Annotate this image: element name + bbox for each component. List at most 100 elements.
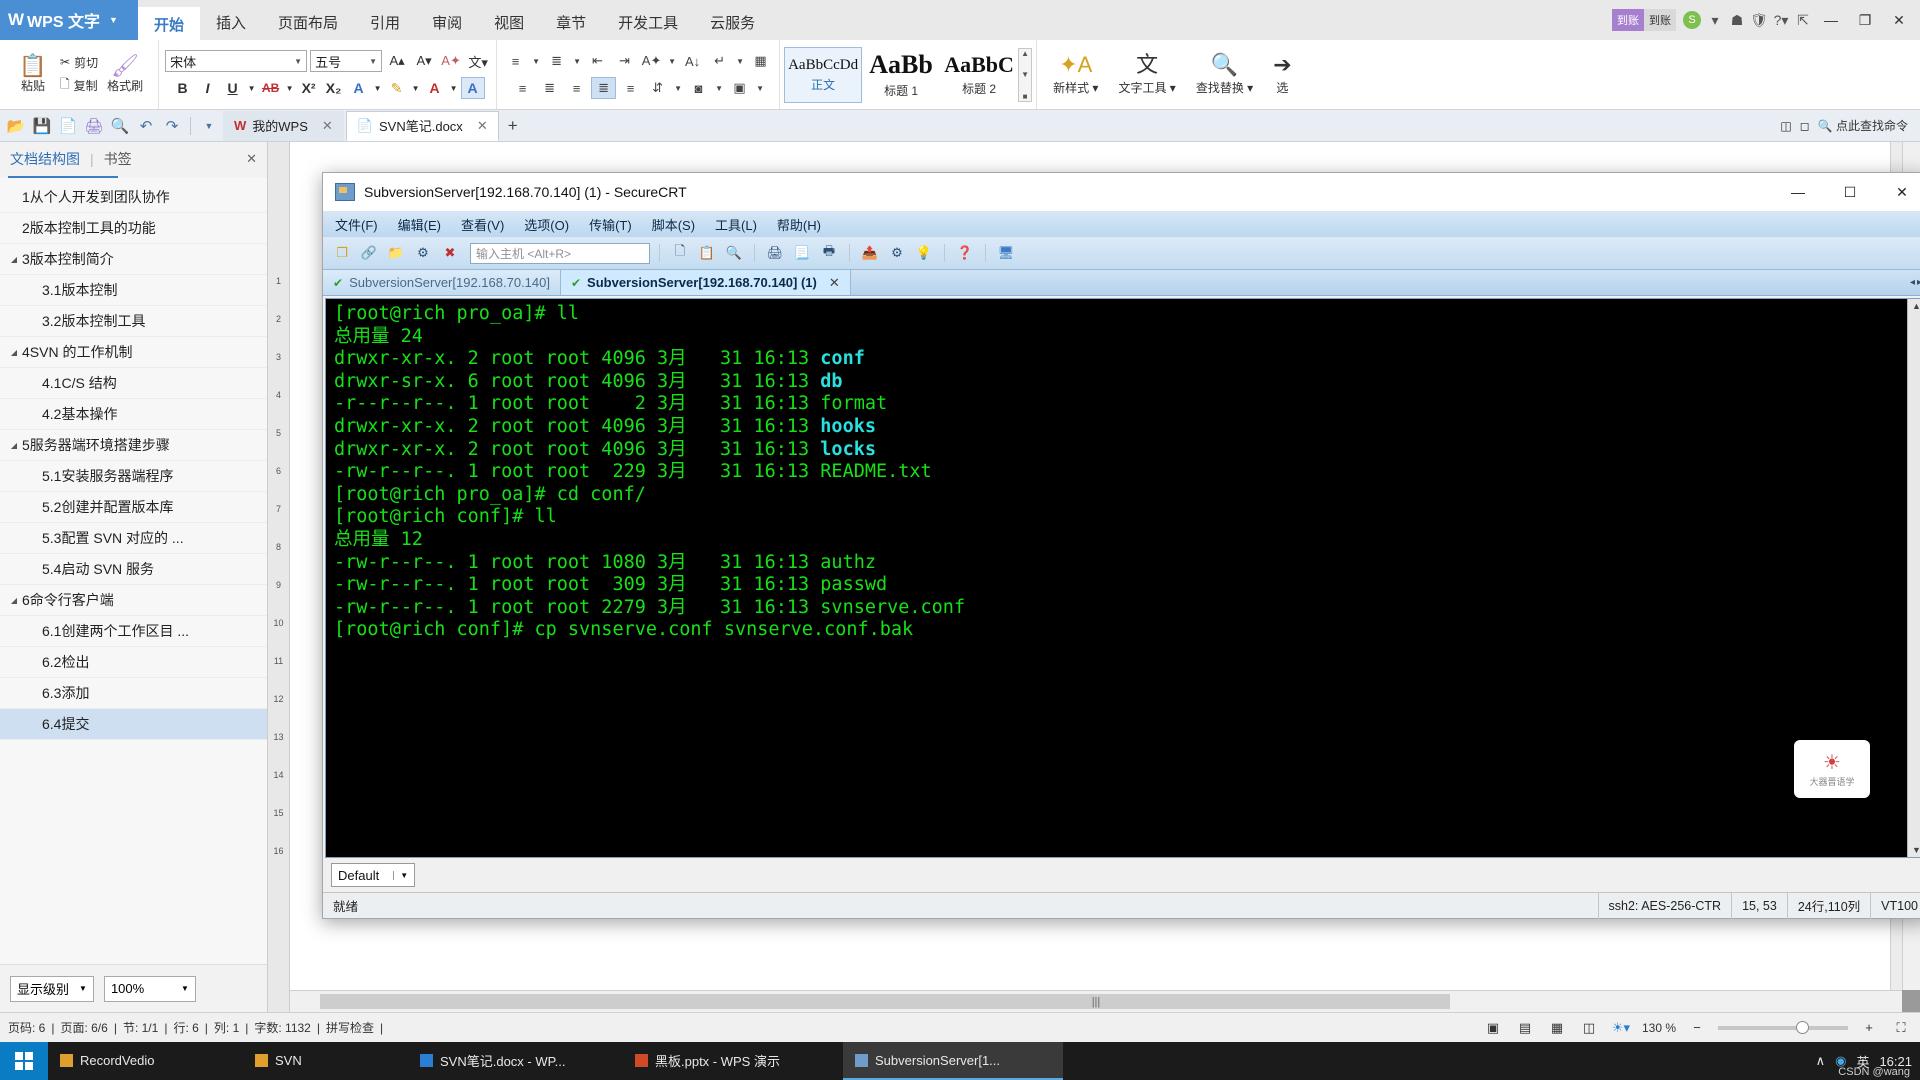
ribbon-tab-start[interactable]: 开始	[138, 7, 201, 40]
text-effect-button[interactable]: A	[347, 77, 371, 99]
help-icon[interactable]: ?▾	[1770, 9, 1792, 31]
style-normal[interactable]: AaBbCcDd 正文	[784, 46, 863, 103]
menu-file[interactable]: 文件(F)	[335, 215, 378, 234]
outline-item-1[interactable]: 1从个人开发到团队协作	[0, 182, 267, 213]
save-as-icon[interactable]: 📄	[56, 114, 80, 138]
align-right-button[interactable]: ≡	[564, 77, 589, 99]
close-icon[interactable]: ✕	[829, 275, 840, 291]
strikethrough-button[interactable]: AB	[259, 77, 283, 99]
decrease-indent-button[interactable]: ⇤	[585, 50, 610, 72]
text-effects-button[interactable]: A✦	[439, 50, 463, 72]
taskbar-item-svn-notes-doc[interactable]: SVN笔记.docx - WP...	[408, 1042, 623, 1080]
chevron-down-icon[interactable]: ▼	[672, 77, 684, 99]
outline-item-5-2[interactable]: 5.2创建并配置版本库	[0, 492, 267, 523]
user-avatar[interactable]: S	[1683, 11, 1701, 29]
menu-transfer[interactable]: 传输(T)	[589, 215, 632, 234]
expander-icon[interactable]: ◢	[6, 255, 22, 264]
clear-formatting-button[interactable]: A	[460, 77, 485, 99]
view-outline-icon[interactable]: ▦	[1546, 1018, 1568, 1038]
close-button[interactable]: ✕	[1882, 5, 1916, 35]
session-tab-1[interactable]: ✔ SubversionServer[192.168.70.140] (1) ✕	[560, 270, 851, 295]
outline-item-2[interactable]: 2版本控制工具的功能	[0, 213, 267, 244]
host-input[interactable]: 输入主机 <Alt+R>	[470, 242, 650, 264]
expander-icon[interactable]: ◢	[6, 348, 22, 357]
restore-down-icon[interactable]: ◻	[1800, 119, 1810, 133]
select-button[interactable]: ➔ 选	[1263, 40, 1301, 109]
session-tab-0[interactable]: ✔ SubversionServer[192.168.70.140]	[323, 270, 561, 295]
disconnect-icon[interactable]: ✖	[439, 242, 461, 264]
print-preview-icon[interactable]: 🔍	[108, 114, 132, 138]
vnc-icon[interactable]: 🖥	[995, 242, 1017, 264]
expander-icon[interactable]: ◢	[6, 596, 22, 605]
outline-item-6[interactable]: ◢ 6命令行客户端	[0, 585, 267, 616]
ribbon-tab-dev-tools[interactable]: 开发工具	[602, 7, 694, 40]
outline-item-5-1[interactable]: 5.1安装服务器端程序	[0, 461, 267, 492]
quick-access-more-icon[interactable]: ▼	[197, 114, 221, 138]
new-session-icon[interactable]: ❐	[331, 242, 353, 264]
close-icon[interactable]: ✕	[246, 151, 257, 167]
menu-edit[interactable]: 编辑(E)	[398, 215, 441, 234]
taskbar-item-blackboard-pptx[interactable]: 黑板.pptx - WPS 演示	[623, 1042, 843, 1080]
tab-scroll-left-icon[interactable]: ◂	[1910, 277, 1915, 288]
scroll-down-icon[interactable]: ▼	[1912, 845, 1920, 855]
chevron-down-icon[interactable]: ▼	[571, 50, 583, 72]
outline-item-4-1[interactable]: 4.1C/S 结构	[0, 368, 267, 399]
chevron-down-icon[interactable]: ▼	[713, 77, 725, 99]
scroll-up-icon[interactable]: ▲	[1912, 301, 1920, 311]
ribbon-tab-page-layout[interactable]: 页面布局	[262, 7, 354, 40]
paste-icon[interactable]: 📋	[696, 242, 718, 264]
zoom-slider-knob[interactable]	[1796, 1020, 1809, 1034]
find-replace-button[interactable]: 🔍 查找替换 ▾	[1186, 40, 1263, 109]
outline-item-5-3[interactable]: 5.3配置 SVN 对应的 ...	[0, 523, 267, 554]
menu-options[interactable]: 选项(O)	[524, 215, 569, 234]
scrollbar-thumb[interactable]	[320, 994, 1450, 1009]
outline-item-3-1[interactable]: 3.1版本控制	[0, 275, 267, 306]
find-icon[interactable]: 🔍	[723, 242, 745, 264]
styles-scrollbar[interactable]: ▲ ▼ ■	[1018, 47, 1033, 102]
tab-document-structure[interactable]: 文档结构图	[10, 149, 80, 169]
outline-item-6-4[interactable]: 6.4提交	[0, 709, 267, 740]
terminal-output[interactable]: [root@rich pro_oa]# ll 总用量 24 drwxr-xr-x…	[326, 299, 1907, 857]
expander-icon[interactable]: ◢	[6, 441, 22, 450]
fit-page-icon[interactable]: ⛶	[1890, 1018, 1912, 1038]
securecrt-title-bar[interactable]: SubversionServer[192.168.70.140] (1) - S…	[323, 173, 1920, 211]
outline-item-5[interactable]: ◢ 5服务器端环境搭建步骤	[0, 430, 267, 461]
close-icon[interactable]: ✕	[477, 118, 488, 134]
quick-connect-icon[interactable]: ⚙	[412, 242, 434, 264]
read-mode-icon[interactable]: ◫	[1780, 119, 1791, 133]
terminal-scrollbar[interactable]: ▲ ▼	[1907, 299, 1920, 857]
subscript-button[interactable]: X₂	[322, 77, 346, 99]
menu-help[interactable]: 帮助(H)	[777, 215, 821, 234]
doc-tab-my-wps[interactable]: W 我的WPS ✕	[223, 110, 344, 141]
font-size-select[interactable]: 五号 ▼	[310, 50, 383, 72]
status-spellcheck[interactable]: 拼写检查	[326, 1019, 374, 1036]
taskbar-item-securecrt[interactable]: SubversionServer[1...	[843, 1042, 1063, 1080]
phonetic-guide-button[interactable]: 文▾	[466, 50, 490, 72]
chevron-down-icon[interactable]: ▼	[109, 15, 118, 25]
italic-button[interactable]: I	[196, 77, 220, 99]
borders-button[interactable]: ▣	[727, 77, 752, 99]
outline-item-3-2[interactable]: 3.2版本控制工具	[0, 306, 267, 337]
line-spacing-button[interactable]: ⇵	[645, 77, 670, 99]
chevron-down-icon[interactable]: ▾	[1704, 9, 1726, 31]
character-border-button[interactable]: A✦	[639, 50, 664, 72]
new-style-button[interactable]: ✦A 新样式 ▾	[1043, 40, 1108, 109]
status-word-count[interactable]: 字数: 1132	[254, 1019, 310, 1036]
outline-item-5-4[interactable]: 5.4启动 SVN 服务	[0, 554, 267, 585]
show-hidden-icons-chevron-icon[interactable]: ∧	[1816, 1053, 1826, 1069]
underline-button[interactable]: U	[221, 77, 245, 99]
style-heading-2[interactable]: AaBbC 标题 2	[940, 47, 1018, 103]
minimize-button[interactable]: —	[1772, 173, 1824, 211]
zoom-out-button[interactable]: −	[1686, 1018, 1708, 1038]
view-web-icon[interactable]: ◫	[1578, 1018, 1600, 1038]
session-profile-select[interactable]: Default ▼	[331, 863, 416, 887]
display-settings-icon[interactable]: ☀▾	[1610, 1018, 1632, 1038]
menu-script[interactable]: 脚本(S)	[652, 215, 695, 234]
font-color-button[interactable]: A	[423, 77, 447, 99]
bold-button[interactable]: B	[171, 77, 195, 99]
chevron-down-icon[interactable]: ▼	[410, 77, 422, 99]
ribbon-tab-view[interactable]: 视图	[478, 7, 540, 40]
start-button[interactable]	[0, 1042, 48, 1080]
outline-item-3[interactable]: ◢ 3版本控制简介	[0, 244, 267, 275]
copy-button[interactable]: 🗋 复制	[60, 75, 98, 96]
